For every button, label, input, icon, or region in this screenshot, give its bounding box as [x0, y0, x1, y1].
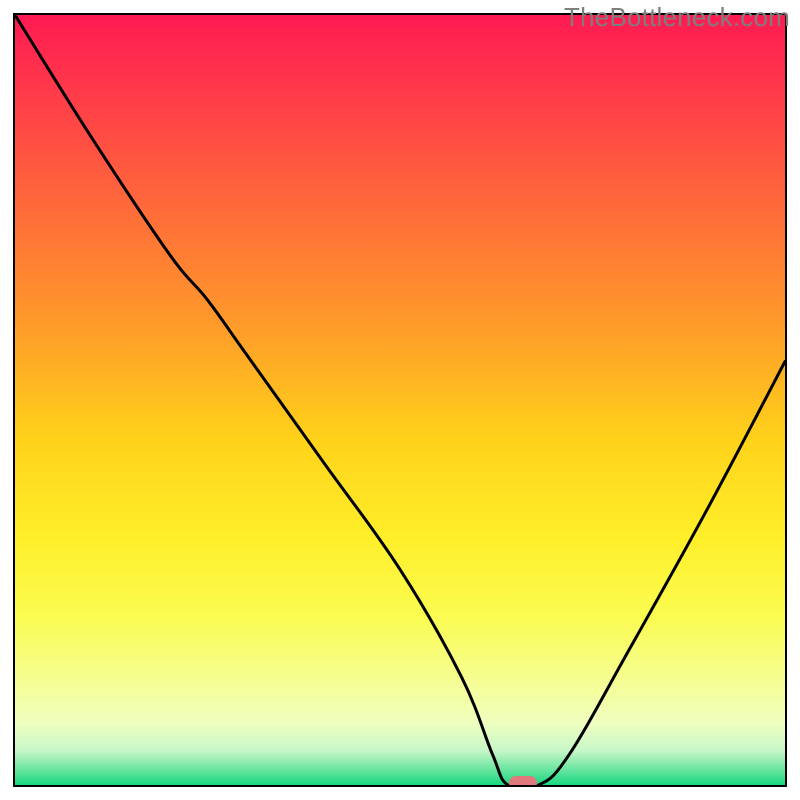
plot-area [13, 13, 787, 787]
gradient-background [15, 15, 785, 785]
chart-container: TheBottleneck.com [0, 0, 800, 800]
